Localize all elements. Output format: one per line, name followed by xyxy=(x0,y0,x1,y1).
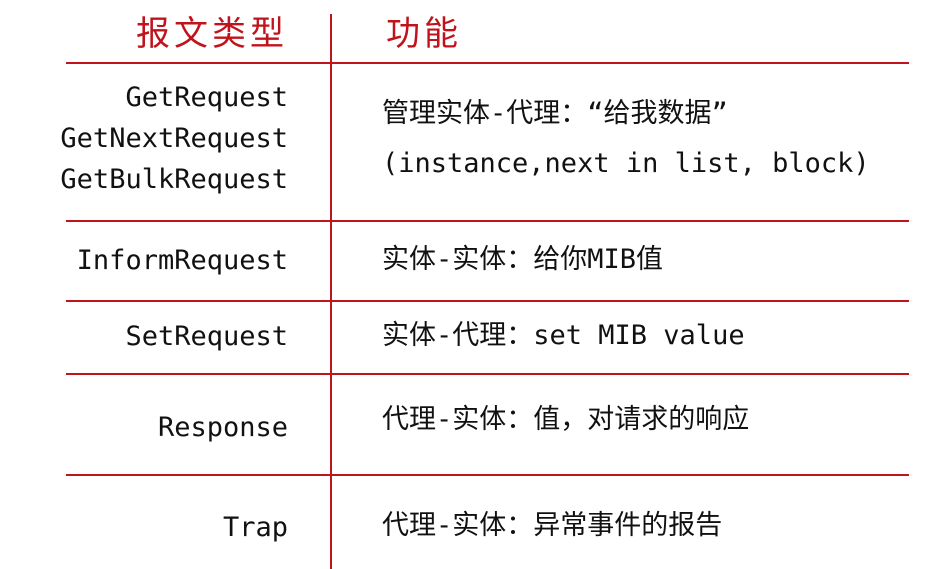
header-message-type: 报文类型 xyxy=(136,14,288,54)
column-divider xyxy=(330,14,332,569)
type-informrequest: InformRequest xyxy=(76,245,288,276)
header-divider xyxy=(66,62,909,64)
type-getbulkrequest: GetBulkRequest xyxy=(60,164,288,195)
row-divider xyxy=(66,220,909,222)
type-trap: Trap xyxy=(222,512,288,543)
row-get-function: 管理实体-代理：“给我数据” (instance,next in list, b… xyxy=(382,89,870,189)
type-getnextrequest: GetNextRequest xyxy=(60,123,288,154)
type-response: Response xyxy=(157,412,288,443)
function-setrequest: 实体-代理：set MIB value xyxy=(382,320,745,351)
type-getrequest: GetRequest xyxy=(125,82,288,113)
row-divider xyxy=(66,373,909,375)
type-setrequest: SetRequest xyxy=(125,321,288,352)
function-response: 代理-实体：值，对请求的响应 xyxy=(382,404,750,435)
function-line: (instance,next in list, block) xyxy=(382,148,870,179)
function-trap: 代理-实体：异常事件的报告 xyxy=(382,510,723,541)
row-divider xyxy=(66,474,909,476)
function-line: 管理实体-代理：“给我数据” xyxy=(382,98,728,129)
header-function: 功能 xyxy=(386,14,462,54)
snmp-message-table: 报文类型 功能 GetRequest GetNextRequest GetBul… xyxy=(0,0,941,569)
row-divider xyxy=(66,300,909,302)
row-get-type: GetRequest GetNextRequest GetBulkRequest xyxy=(0,77,288,200)
function-informrequest: 实体-实体：给你MIB值 xyxy=(382,244,664,275)
